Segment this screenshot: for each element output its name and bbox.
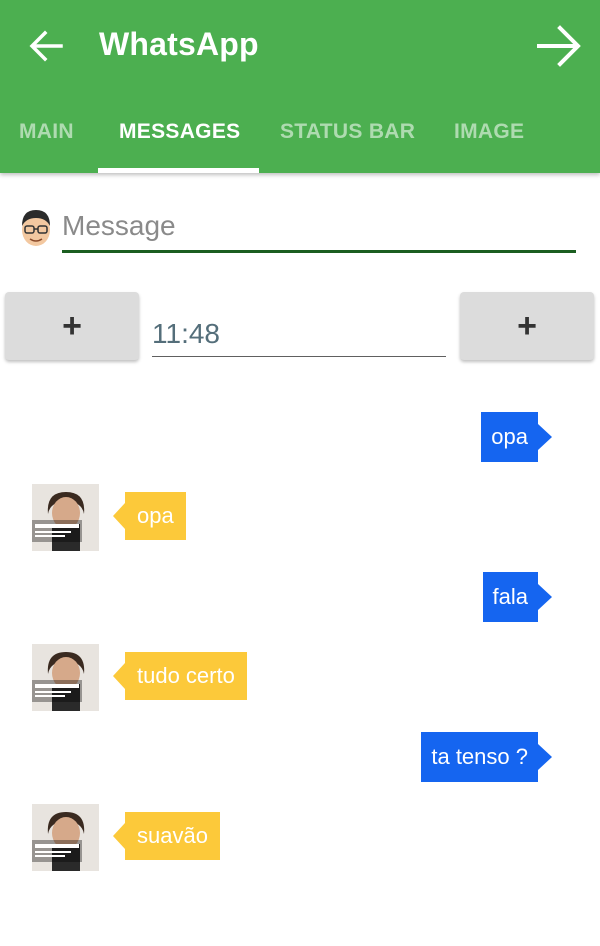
- outgoing-message[interactable]: opa: [481, 412, 552, 462]
- contact-avatar[interactable]: [32, 644, 99, 711]
- contact-avatar[interactable]: [32, 804, 99, 871]
- tab-main[interactable]: MAIN: [19, 120, 74, 144]
- outgoing-message[interactable]: ta tenso ?: [421, 732, 552, 782]
- app-bar: WhatsApp MAIN MESSAGES STATUS BAR IMAGE: [0, 0, 600, 173]
- contact-avatar[interactable]: [32, 484, 99, 551]
- outgoing-message[interactable]: fala: [482, 572, 553, 622]
- tab-messages[interactable]: MESSAGES: [119, 120, 240, 144]
- time-field[interactable]: 11:48: [152, 314, 446, 357]
- incoming-message[interactable]: opa: [113, 492, 186, 540]
- tab-bar: MAIN MESSAGES STATUS BAR IMAGE: [0, 100, 600, 173]
- chat-area: opa opa fala tudo certo ta tenso ? suavã…: [0, 400, 600, 946]
- arrow-right-icon[interactable]: [536, 24, 582, 68]
- incoming-message[interactable]: suavão: [113, 812, 220, 860]
- message-input[interactable]: [62, 206, 576, 253]
- arrow-left-icon[interactable]: [28, 28, 64, 64]
- tab-status-bar[interactable]: STATUS BAR: [280, 120, 415, 144]
- active-tab-indicator: [98, 168, 259, 173]
- increment-time-button[interactable]: +: [460, 292, 594, 360]
- decrement-time-button[interactable]: +: [5, 292, 139, 360]
- tab-image[interactable]: IMAGE: [454, 120, 524, 144]
- app-title: WhatsApp: [99, 26, 259, 62]
- incoming-message[interactable]: tudo certo: [113, 652, 247, 700]
- user-avatar-icon[interactable]: [18, 206, 54, 250]
